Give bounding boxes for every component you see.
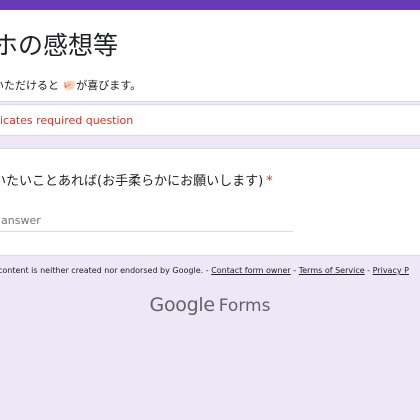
required-question-note: dicates required question <box>0 114 134 127</box>
forms-wordmark: Forms <box>218 296 271 316</box>
disclaimer-text: content is neither created nor endorsed … <box>0 266 212 275</box>
footer-disclaimer: content is neither created nor endorsed … <box>0 266 409 275</box>
question-label: いたいことあれば(お手柔らかにお願いします) <box>0 174 264 189</box>
google-wordmark: Google <box>149 294 216 316</box>
terms-of-service-link[interactable]: Terms of Service <box>299 266 365 275</box>
form-page: ホの感想等 いただけると 🐖が喜びます。 dicates required qu… <box>0 0 420 420</box>
footer-separator: - <box>290 266 299 275</box>
google-forms-logo[interactable]: Google Forms <box>0 294 420 316</box>
required-notice-card: dicates required question <box>0 104 420 136</box>
form-description: いただけると 🐖が喜びます。 <box>0 79 142 92</box>
form-header-card: ホの感想等 いただけると 🐖が喜びます。 <box>0 0 420 102</box>
question-title: いたいことあれば(お手柔らかにお願いします) * <box>0 170 273 189</box>
footer-separator: - <box>364 266 373 275</box>
required-asterisk: * <box>266 174 273 189</box>
contact-form-owner-link[interactable]: Contact form owner <box>211 266 291 275</box>
answer-input[interactable] <box>0 209 293 232</box>
privacy-policy-link[interactable]: Privacy P <box>373 266 409 275</box>
form-title: ホの感想等 <box>0 31 119 60</box>
question-card: いたいことあれば(お手柔らかにお願いします) * <box>0 148 420 256</box>
